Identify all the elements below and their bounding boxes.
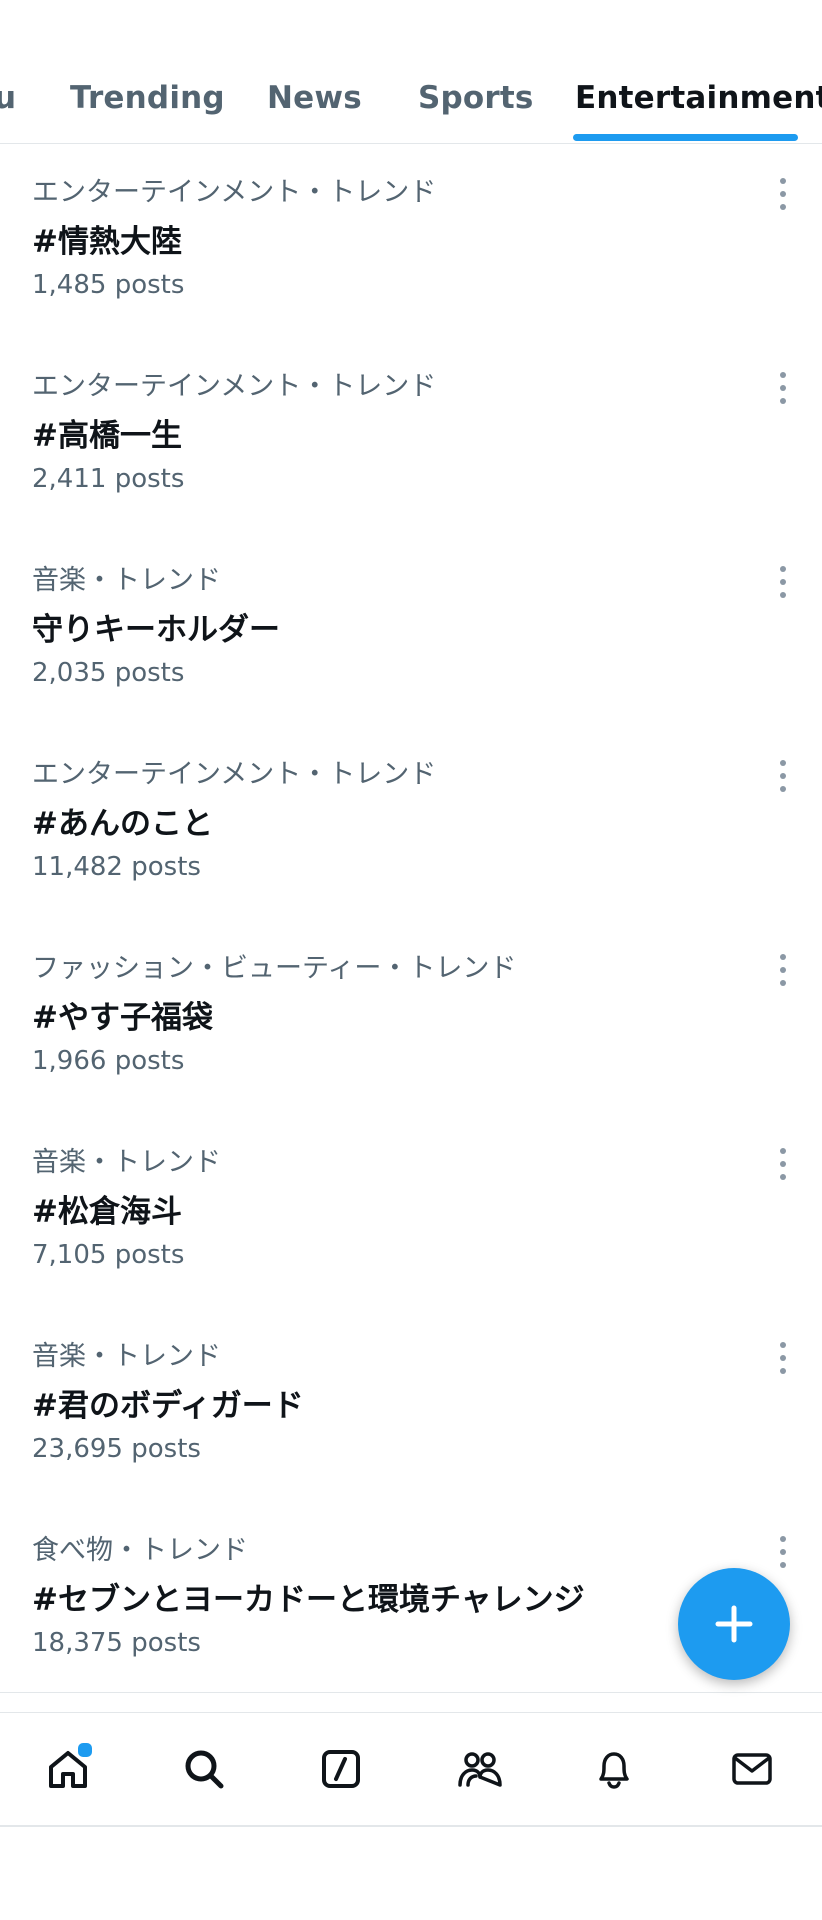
trend-post-count: 2,411 posts xyxy=(32,464,185,494)
more-vertical-icon[interactable] xyxy=(772,1532,794,1572)
trend-post-count: 11,482 posts xyxy=(32,852,201,882)
tab-sports[interactable]: Sports xyxy=(418,80,534,116)
more-vertical-icon[interactable] xyxy=(772,368,794,408)
compose-post-button[interactable] xyxy=(678,1568,790,1680)
more-vertical-icon[interactable] xyxy=(772,174,794,214)
tab-news[interactable]: News xyxy=(267,80,362,116)
nav-notifications[interactable] xyxy=(586,1741,642,1797)
trend-item[interactable]: エンターテインメント・トレンド #情熱大陸 1,485 posts xyxy=(0,144,822,338)
trend-post-count: 1,485 posts xyxy=(32,270,185,300)
trend-item[interactable]: 音楽・トレンド 守りキーホルダー 2,035 posts xyxy=(0,532,822,726)
trend-name: #あんのこと xyxy=(32,806,213,842)
trend-post-count: 18,375 posts xyxy=(32,1628,201,1658)
bell-icon xyxy=(599,1752,629,1789)
nav-messages[interactable] xyxy=(724,1741,780,1797)
trend-category: 食べ物・トレンド xyxy=(32,1535,248,1566)
more-vertical-icon[interactable] xyxy=(772,562,794,602)
nav-search[interactable] xyxy=(176,1741,232,1797)
more-vertical-icon[interactable] xyxy=(772,1338,794,1378)
trend-name: #情熱大陸 xyxy=(32,224,182,260)
trend-category: 音楽・トレンド xyxy=(32,1147,221,1178)
trend-item[interactable]: エンターテインメント・トレンド #あんのこと 11,482 posts xyxy=(0,726,822,920)
bottom-navigation xyxy=(0,1712,822,1827)
trend-category: 音楽・トレンド xyxy=(32,1341,221,1372)
trend-name: 守りキーホルダー xyxy=(32,612,280,648)
grok-icon xyxy=(322,1750,360,1788)
trend-category: エンターテインメント・トレンド xyxy=(32,759,437,790)
trend-post-count: 2,035 posts xyxy=(32,658,185,688)
trend-item[interactable]: ファッション・ビューティー・トレンド #やす子福袋 1,966 posts xyxy=(0,920,822,1114)
trend-category: エンターテインメント・トレンド xyxy=(32,371,437,402)
trend-post-count: 7,105 posts xyxy=(32,1240,185,1270)
trend-name: #セブンとヨーカドーと環境チャレンジ xyxy=(32,1582,585,1618)
tab-trending[interactable]: Trending xyxy=(70,80,225,116)
trend-category: エンターテインメント・トレンド xyxy=(32,177,437,208)
trend-name: #君のボディガード xyxy=(32,1388,304,1424)
trend-post-count: 1,966 posts xyxy=(32,1046,185,1076)
trend-post-count: 23,695 posts xyxy=(32,1434,201,1464)
trend-category: ファッション・ビューティー・トレンド xyxy=(32,953,517,984)
communities-icon xyxy=(458,1752,502,1787)
nav-communities[interactable] xyxy=(450,1741,506,1797)
search-icon xyxy=(185,1750,224,1789)
list-divider xyxy=(0,1692,822,1693)
notification-dot xyxy=(76,1741,94,1759)
trend-item[interactable]: エンターテインメント・トレンド #高橋一生 2,411 posts xyxy=(0,338,822,532)
trend-name: #やす子福袋 xyxy=(32,1000,213,1036)
trend-name: #松倉海斗 xyxy=(32,1194,182,1230)
nav-home[interactable] xyxy=(40,1741,96,1797)
more-vertical-icon[interactable] xyxy=(772,1144,794,1184)
tab-for-you[interactable]: u xyxy=(0,80,16,116)
nav-grok[interactable] xyxy=(313,1741,369,1797)
more-vertical-icon[interactable] xyxy=(772,950,794,990)
trend-item[interactable]: 音楽・トレンド #君のボディガード 23,695 posts xyxy=(0,1308,822,1502)
trend-category: 音楽・トレンド xyxy=(32,565,221,596)
explore-tabs: u Trending News Sports Entertainment xyxy=(0,50,822,144)
mail-icon xyxy=(732,1753,772,1785)
active-tab-indicator xyxy=(573,134,798,141)
more-vertical-icon[interactable] xyxy=(772,756,794,796)
plus-icon xyxy=(715,1605,753,1643)
trend-item[interactable]: 音楽・トレンド #松倉海斗 7,105 posts xyxy=(0,1114,822,1308)
tab-entertainment[interactable]: Entertainment xyxy=(575,80,822,116)
trend-name: #高橋一生 xyxy=(32,418,182,454)
